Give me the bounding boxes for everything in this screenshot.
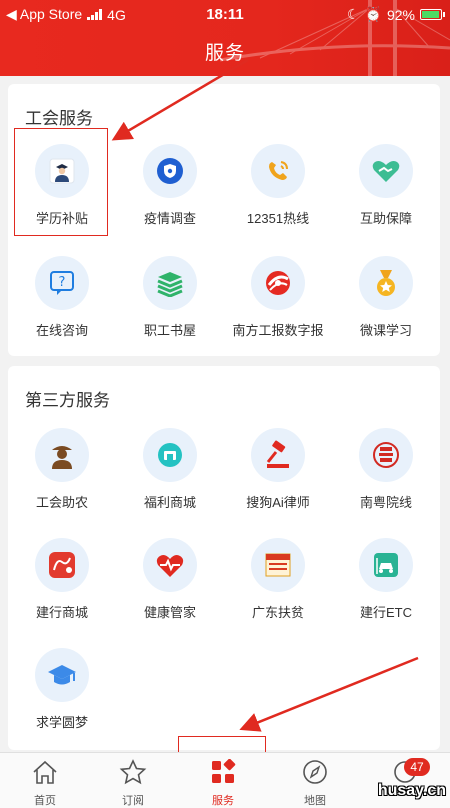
moon-icon: ☾ [346,6,360,22]
nav-map[interactable]: 地图 [270,759,360,808]
section-title: 工会服务 [25,109,93,128]
farmer-icon [35,428,89,482]
ccb-mall-icon [35,538,89,592]
watermark: husay.cn [377,782,446,799]
third-party-services-card: 第三方服务 工会助农 福利商城 搜狗Ai律师 南粤院线 建行商城 健康管家 广东… [8,366,440,750]
service-online-consult[interactable]: ? 在线咨询 [8,256,116,366]
phone-icon [251,144,305,198]
newspaper-logo-icon [251,256,305,310]
service-study-dream[interactable]: 求学圆梦 [8,648,116,758]
service-southern-daily[interactable]: 南方工报数字报 [224,256,332,366]
compass-icon [303,760,327,784]
nav-subscribe[interactable]: 订阅 [88,759,178,808]
page-title: 服务 [204,43,245,64]
service-12351-hotline[interactable]: 12351热线 [224,144,332,254]
svg-text:?: ? [59,275,66,290]
home-icon [33,760,57,784]
service-ccb-etc[interactable]: 建行ETC [332,538,440,648]
service-micro-course[interactable]: 微课学习 [332,256,440,366]
app-header: ◀ App Store 4G 18:11 ☾ ⏰ 92% 服务 [0,0,450,76]
service-welfare-mall[interactable]: 福利商城 [116,428,224,538]
service-staff-library[interactable]: 职工书屋 [116,256,224,366]
star-icon [119,759,147,785]
highlight-box [14,128,108,236]
service-nanyue-cinema[interactable]: 南粤院线 [332,428,440,538]
nav-services[interactable]: 服务 [178,758,268,808]
service-ccb-mall[interactable]: 建行商城 [8,538,116,648]
heart-pulse-icon [143,538,197,592]
poverty-relief-icon [251,538,305,592]
service-sogou-ai-lawyer[interactable]: 搜狗Ai律师 [224,428,332,538]
heart-handshake-icon [359,144,413,198]
service-guangdong-poverty-relief[interactable]: 广东扶贫 [224,538,332,648]
grad-cap-icon [35,648,89,702]
medal-icon [359,256,413,310]
section-title: 第三方服务 [25,391,110,410]
cinema-seal-icon [359,428,413,482]
battery-percent: 92% [386,6,415,23]
books-icon [143,256,197,310]
shop-icon [143,428,197,482]
service-mutual-aid[interactable]: 互助保障 [332,144,440,254]
status-bar: ◀ App Store 4G 18:11 ☾ ⏰ 92% [0,0,450,28]
nav-home[interactable]: 首页 [0,759,90,808]
battery-icon [420,9,445,20]
service-union-farm-aid[interactable]: 工会助农 [8,428,116,538]
service-health-manager[interactable]: 健康管家 [116,538,224,648]
etc-car-icon [359,538,413,592]
question-chat-icon: ? [35,256,89,310]
gavel-icon [251,428,305,482]
unread-badge: 47 [404,758,430,776]
service-epidemic-survey[interactable]: 疫情调查 [116,144,224,254]
services-grid-icon [212,758,236,783]
shield-icon [143,144,197,198]
alarm-icon: ⏰ [364,6,382,22]
